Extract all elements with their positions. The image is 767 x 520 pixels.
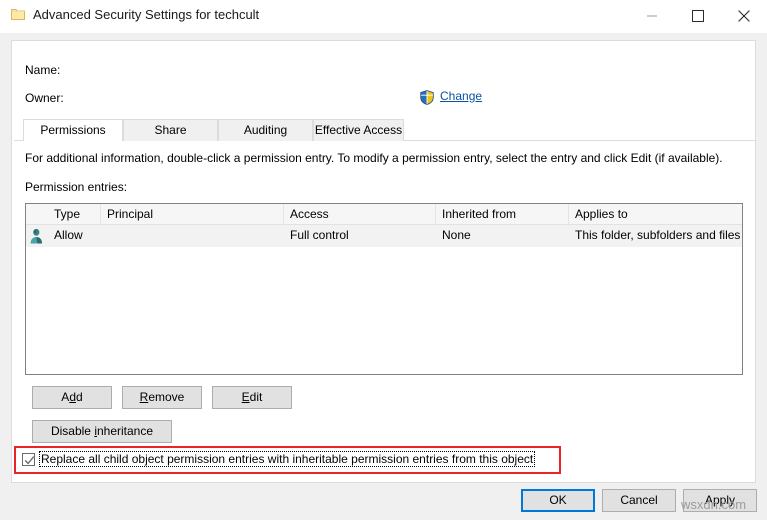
tab-permissions[interactable]: Permissions [23, 119, 123, 141]
add-post: d [76, 390, 83, 404]
change-rest: hange [449, 89, 482, 103]
remove-button[interactable]: Remove [122, 386, 202, 409]
cell-applies-to: This folder, subfolders and files [569, 225, 743, 247]
edit-post: dit [250, 390, 263, 404]
title-bar: Advanced Security Settings for techcult [0, 0, 767, 33]
add-mnemonic: d [69, 390, 76, 404]
cell-principal [101, 225, 284, 247]
change-mnemonic: C [440, 89, 449, 103]
tab-strip: Permissions Share Auditing Effective Acc… [14, 119, 755, 141]
list-rows: Allow Full control None This folder, sub… [26, 225, 742, 247]
tab-share[interactable]: Share [123, 119, 218, 141]
cell-access: Full control [284, 225, 436, 247]
column-header-access[interactable]: Access [284, 204, 436, 224]
close-icon[interactable] [721, 0, 767, 31]
edit-mnemonic: E [242, 390, 250, 404]
checkbox-label[interactable]: Replace all child object permission entr… [39, 451, 535, 467]
cell-type: Allow [48, 225, 101, 247]
disable-inheritance-button[interactable]: Disable inheritance [32, 420, 172, 443]
advanced-security-settings-dialog: Advanced Security Settings for techcult … [0, 0, 767, 520]
folder-icon [11, 8, 25, 20]
content-panel: Name: Owner: Change Permissions Share [11, 40, 756, 483]
remove-mnemonic: R [140, 390, 149, 404]
column-header-principal[interactable]: Principal [101, 204, 284, 224]
add-button[interactable]: Add [32, 386, 112, 409]
table-row[interactable]: Allow Full control None This folder, sub… [26, 225, 742, 247]
column-header-applies-to[interactable]: Applies to [569, 204, 742, 224]
checkbox-box[interactable] [22, 453, 35, 466]
uac-shield-icon [420, 90, 434, 105]
minimize-icon[interactable] [629, 0, 675, 31]
window-title: Advanced Security Settings for techcult [33, 7, 259, 22]
edit-button[interactable]: Edit [212, 386, 292, 409]
maximize-icon[interactable] [675, 0, 721, 31]
ok-button[interactable]: OK [521, 489, 595, 512]
description-text: For additional information, double-click… [25, 151, 723, 165]
cell-inherited-from: None [436, 225, 569, 247]
name-label: Name: [25, 63, 60, 77]
tab-auditing[interactable]: Auditing [218, 119, 313, 141]
remove-post: emove [148, 390, 184, 404]
apply-button[interactable]: Apply [683, 489, 757, 512]
column-header-type[interactable]: Type [48, 204, 101, 224]
change-link-label: Change [440, 89, 482, 103]
cancel-button[interactable]: Cancel [602, 489, 676, 512]
list-header-row: Type Principal Access Inherited from App… [26, 204, 742, 225]
owner-label: Owner: [25, 91, 64, 105]
user-icon [29, 228, 44, 244]
column-header-inherited-from[interactable]: Inherited from [436, 204, 569, 224]
checkmark-icon [24, 455, 35, 466]
permission-entries-list[interactable]: Type Principal Access Inherited from App… [25, 203, 743, 375]
disable-pre: Disable [51, 424, 94, 438]
permission-entries-label: Permission entries: [25, 180, 127, 194]
disable-post: nheritance [97, 424, 153, 438]
tab-effective-access[interactable]: Effective Access [313, 119, 404, 141]
